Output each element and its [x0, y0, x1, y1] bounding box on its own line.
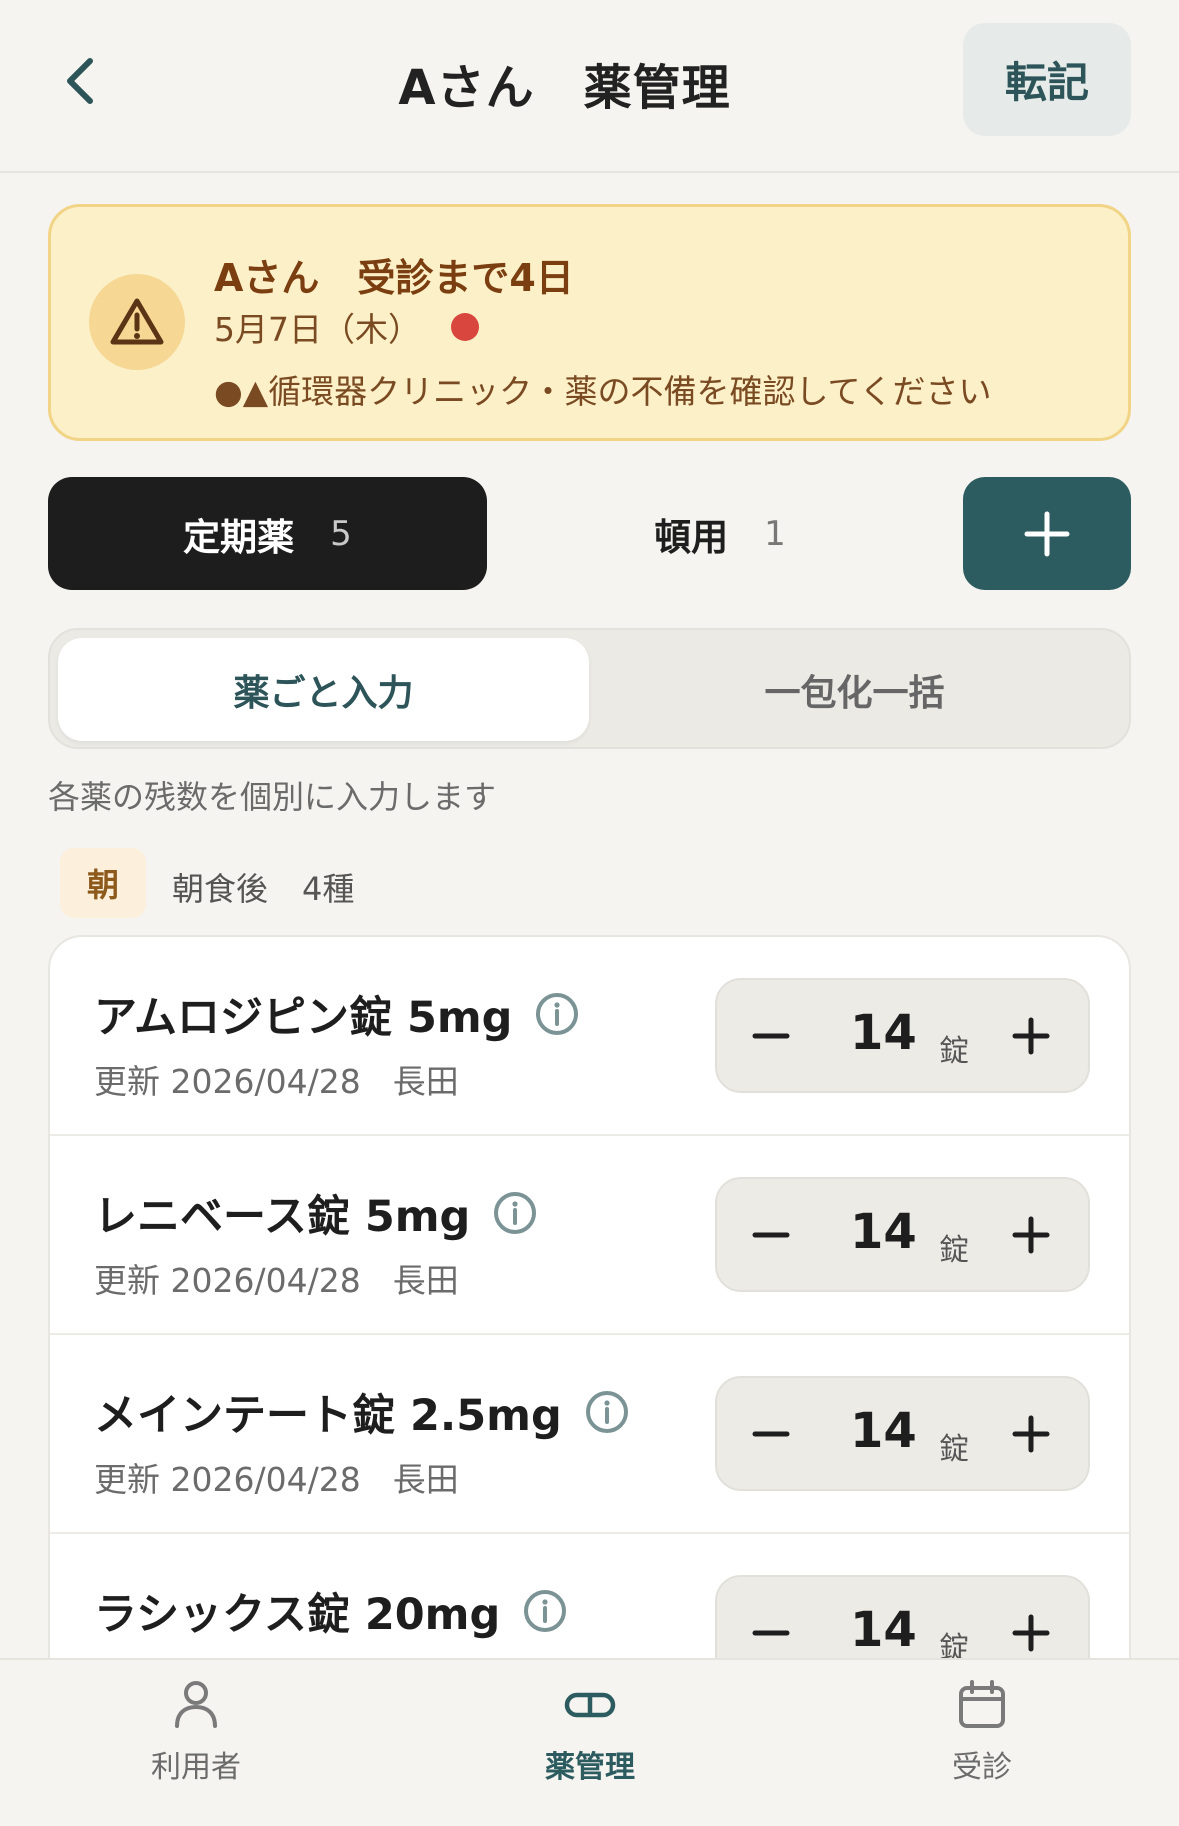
minus-icon [752, 1431, 790, 1437]
nav-label: 利用者 [151, 1750, 241, 1785]
plus-icon [1012, 1614, 1050, 1652]
plus-icon [1012, 1017, 1050, 1055]
decrement-button[interactable] [735, 1199, 807, 1271]
plus-icon [1024, 511, 1070, 556]
nav-medications[interactable]: 薬管理 [470, 1678, 710, 1808]
medication-row: ラシックス錠 20mg 14 錠 [50, 1534, 1129, 1663]
updated-date: 更新 2026/04/28 [94, 1460, 361, 1499]
app-header: Aさん 薬管理 転記 [0, 0, 1179, 173]
plus-icon [1012, 1415, 1050, 1453]
quantity-stepper: 14 錠 [715, 1177, 1090, 1292]
alert-date-row: 5月7日（木） [214, 303, 479, 351]
input-mode-segment: 薬ごと入力 一包化一括 [48, 628, 1131, 749]
medication-name-row: レニベース錠 5mg [94, 1182, 538, 1244]
quantity-stepper: 14 錠 [715, 978, 1090, 1093]
medication-name-row: アムロジピン錠 5mg [94, 983, 580, 1045]
info-icon[interactable] [534, 991, 580, 1037]
increment-button[interactable] [995, 1597, 1067, 1663]
medication-name: メインテート錠 2.5mg [94, 1391, 562, 1441]
medication-name-row: ラシックス錠 20mg [94, 1580, 568, 1642]
add-medication-button[interactable] [963, 477, 1131, 590]
minus-icon [752, 1033, 790, 1039]
medication-list: アムロジピン錠 5mg 更新 2026/04/28 長田 14 錠 レニベース錠 … [48, 935, 1131, 1665]
tab-label: 頓用 [654, 515, 729, 559]
info-icon[interactable] [522, 1588, 568, 1634]
updated-date: 更新 2026/04/28 [94, 1261, 361, 1300]
updated-date: 更新 2026/04/28 [94, 1062, 361, 1101]
increment-button[interactable] [995, 1000, 1067, 1072]
nav-visit[interactable]: 受診 [862, 1678, 1102, 1808]
time-group-count: 4種 [302, 870, 355, 908]
calendar-icon [959, 1680, 1005, 1728]
segment-bulk[interactable]: 一包化一括 [589, 638, 1120, 741]
updated-by: 長田 [392, 1261, 459, 1300]
alert-date: 5月7日（木） [214, 310, 421, 349]
medication-row: メインテート錠 2.5mg 更新 2026/04/28 長田 14 錠 [50, 1335, 1129, 1534]
tab-count: 1 [764, 513, 786, 554]
quantity-unit: 錠 [939, 1233, 969, 1268]
medication-name: ラシックス錠 20mg [94, 1590, 501, 1640]
medication-name-row: メインテート錠 2.5mg [94, 1381, 630, 1443]
status-dot [451, 313, 479, 341]
quantity-value[interactable]: 14 [850, 1204, 917, 1260]
plus-icon [1012, 1216, 1050, 1254]
person-icon [175, 1681, 217, 1728]
medication-meta: 更新 2026/04/28 長田 [94, 1055, 459, 1103]
tab-regular-meds[interactable]: 定期薬 5 [48, 477, 487, 590]
medication-name: アムロジピン錠 5mg [94, 993, 513, 1043]
pill-icon [564, 1692, 616, 1718]
quantity-value[interactable]: 14 [850, 1602, 917, 1658]
nav-label: 薬管理 [545, 1750, 635, 1785]
time-group-label: 朝食後 [172, 870, 269, 908]
medication-row: アムロジピン錠 5mg 更新 2026/04/28 長田 14 錠 [50, 937, 1129, 1136]
nav-users[interactable]: 利用者 [76, 1678, 316, 1808]
updated-by: 長田 [392, 1062, 459, 1101]
tab-label: 定期薬 [183, 515, 295, 559]
minus-icon [752, 1232, 790, 1238]
nav-label: 受診 [952, 1750, 1012, 1785]
quantity-value[interactable]: 14 [850, 1403, 917, 1459]
decrement-button[interactable] [735, 1000, 807, 1072]
quantity-stepper: 14 錠 [715, 1376, 1090, 1491]
visit-alert-banner[interactable]: Aさん 受診まで4日 5月7日（木） ●▲循環器クリニック・薬の不備を確認してく… [48, 204, 1131, 441]
increment-button[interactable] [995, 1199, 1067, 1271]
decrement-button[interactable] [735, 1398, 807, 1470]
mode-hint: 各薬の残数を個別に入力します [48, 778, 497, 816]
increment-button[interactable] [995, 1398, 1067, 1470]
medication-meta: 更新 2026/04/28 長田 [94, 1254, 459, 1302]
transcribe-button[interactable]: 転記 [963, 23, 1131, 136]
alert-message: ●▲循環器クリニック・薬の不備を確認してください [214, 372, 992, 411]
quantity-value[interactable]: 14 [850, 1005, 917, 1061]
medication-name: レニベース錠 5mg [94, 1192, 471, 1242]
decrement-button[interactable] [735, 1597, 807, 1663]
bottom-nav: 利用者 薬管理 受診 [0, 1658, 1179, 1826]
updated-by: 長田 [392, 1460, 459, 1499]
info-icon[interactable] [584, 1389, 630, 1435]
tab-prn-meds[interactable]: 頓用 1 [600, 477, 840, 590]
warning-icon [89, 274, 185, 370]
alert-title: Aさん 受診まで4日 [214, 256, 574, 300]
quantity-stepper: 14 錠 [715, 1575, 1090, 1663]
minus-icon [752, 1630, 790, 1636]
quantity-unit: 錠 [939, 1034, 969, 1069]
tab-count: 5 [330, 513, 352, 554]
segment-per-drug[interactable]: 薬ごと入力 [58, 638, 589, 741]
medication-row: レニベース錠 5mg 更新 2026/04/28 長田 14 錠 [50, 1136, 1129, 1335]
quantity-unit: 錠 [939, 1432, 969, 1467]
time-badge: 朝 [60, 848, 146, 918]
info-icon[interactable] [492, 1190, 538, 1236]
medication-meta: 更新 2026/04/28 長田 [94, 1453, 459, 1501]
